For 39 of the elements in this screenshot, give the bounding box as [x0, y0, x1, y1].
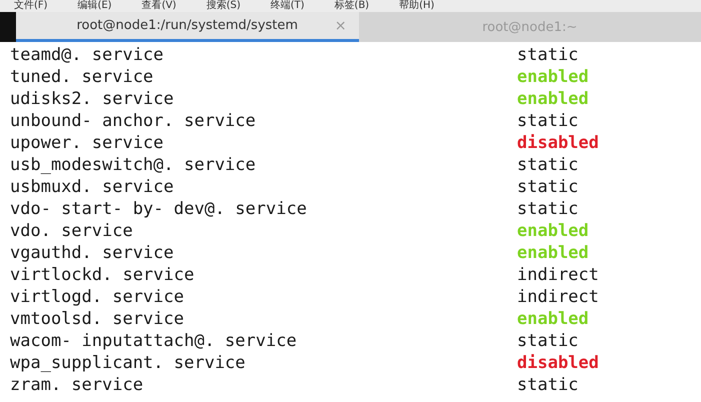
unit-name: virtlogd. service [10, 287, 185, 307]
terminal-tab[interactable]: root@node1:/run/systemd/system × [16, 12, 358, 42]
unit-state: enabled [517, 221, 589, 241]
menu-item[interactable]: 搜索(S) [206, 0, 240, 12]
unit-name: vmtoolsd. service [10, 309, 185, 329]
unit-state: disabled [517, 353, 599, 373]
unit-state: static [517, 331, 578, 351]
unit-name: wpa_supplicant. service [10, 353, 246, 373]
menu-item[interactable]: 终端(T) [270, 0, 304, 12]
unit-name: vgauthd. service [10, 243, 175, 263]
unit-name: vdo- start- by- dev@. service [10, 199, 308, 219]
unit-state: static [517, 177, 578, 197]
unit-state: enabled [517, 309, 589, 329]
unit-name: tuned. service [10, 67, 154, 87]
unit-name: udisks2. service [10, 89, 175, 109]
unit-name: usb_modeswitch@. service [10, 155, 257, 175]
unit-state: disabled [517, 133, 599, 153]
unit-state: static [517, 199, 578, 219]
unit-name: wacom- inputattach@. service [10, 331, 298, 351]
menu-item[interactable]: 帮助(H) [399, 0, 434, 12]
unit-state: static [517, 45, 578, 65]
unit-state: indirect [517, 287, 599, 307]
unit-name: unbound- anchor. service [10, 111, 257, 131]
unit-name: teamd@. service [10, 45, 165, 65]
unit-state: indirect [517, 265, 599, 285]
unit-state: static [517, 375, 578, 395]
menu-item[interactable]: 编辑(E) [78, 0, 112, 12]
unit-name: vdo. service [10, 221, 134, 241]
unit-state: static [517, 111, 578, 131]
menu-item[interactable]: 标签(B) [334, 0, 370, 12]
unit-name: zram. service [10, 375, 144, 395]
unit-state: enabled [517, 243, 589, 263]
unit-name: usbmuxd. service [10, 177, 175, 197]
unit-name: virtlockd. service [10, 265, 196, 285]
unit-state: enabled [517, 89, 589, 109]
unit-state: static [517, 155, 578, 175]
unit-name: upower. service [10, 133, 165, 153]
unit-state: enabled [517, 67, 589, 87]
menu-item[interactable]: 查看(V) [142, 0, 176, 12]
